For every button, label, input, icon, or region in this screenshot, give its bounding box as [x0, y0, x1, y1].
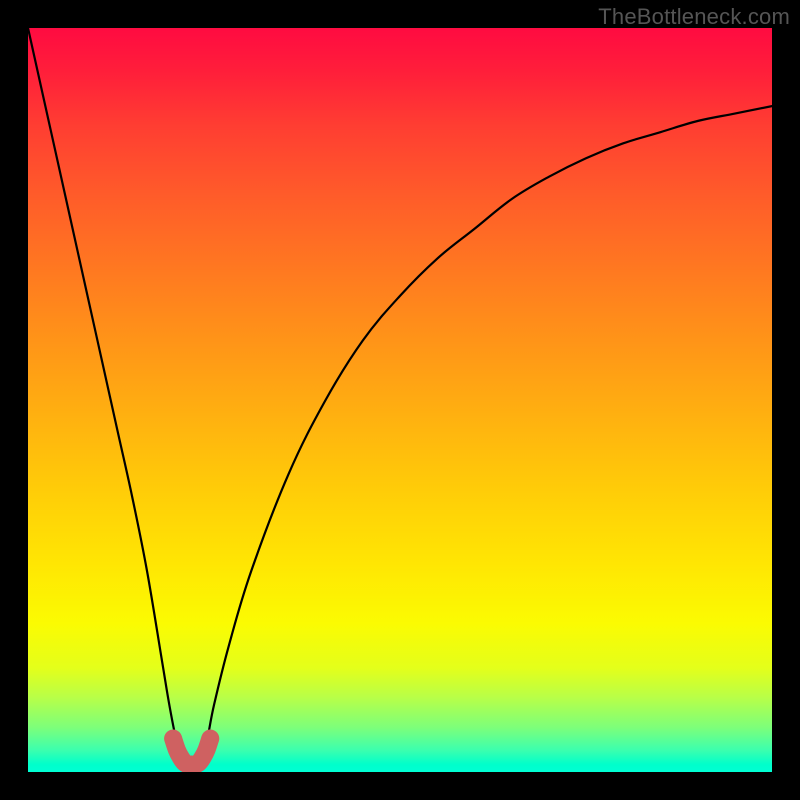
optimal-highlight [173, 739, 210, 765]
plot-area [28, 28, 772, 772]
bottleneck-curve [28, 28, 772, 772]
chart-frame: TheBottleneck.com [0, 0, 800, 800]
watermark-label: TheBottleneck.com [598, 4, 790, 30]
curve-layer [28, 28, 772, 772]
